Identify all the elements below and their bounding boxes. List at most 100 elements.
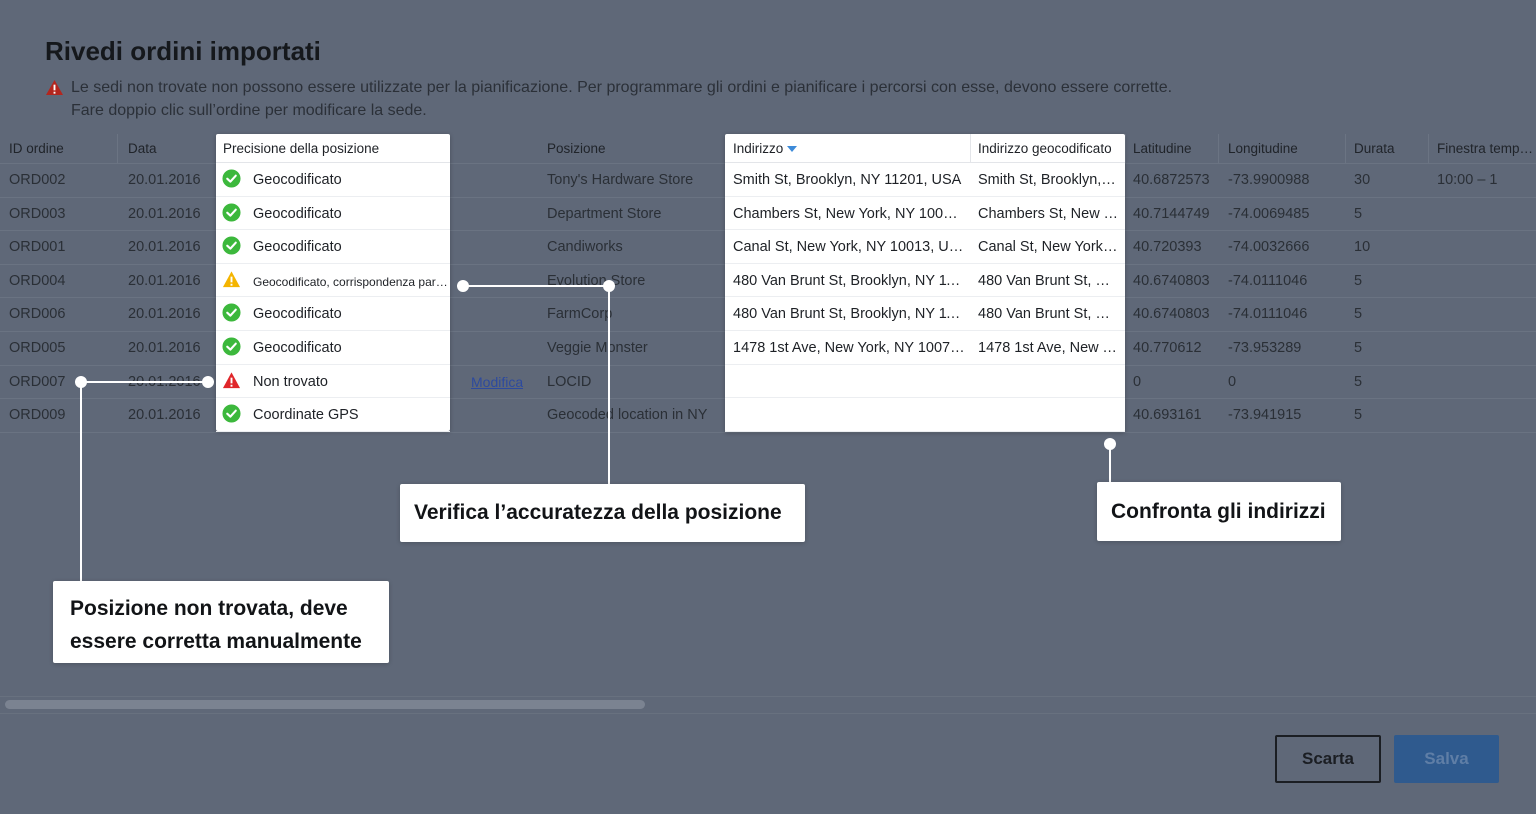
header-separator — [117, 134, 118, 163]
callout-anchor-dot — [75, 376, 87, 388]
cell-col-latitude: 40.720393 — [1133, 239, 1202, 256]
cell-col-geocoded: Canal St, New York, NY 10013, USA — [978, 239, 1118, 256]
cell-col-geocoded: 1478 1st Ave, New York, NY 10075, USA — [978, 340, 1118, 356]
callout-compare: Confronta gli indirizzi — [1097, 482, 1341, 541]
cell-col-order-id: ORD002 — [9, 172, 66, 188]
header-separator — [1218, 134, 1219, 163]
error-triangle-icon — [222, 372, 241, 388]
header-col-geocoded[interactable]: Indirizzo geocodificato — [978, 139, 1118, 159]
cell-col-longitude: -73.9900988 — [1228, 172, 1310, 188]
cell-col-date: 20.01.2016 — [128, 407, 201, 424]
callout-anchor-dot — [603, 280, 615, 292]
callout-leader-line — [463, 285, 609, 287]
header-col-address[interactable]: Indirizzo — [733, 139, 965, 159]
warning-message: Le sedi non trovate non possono essere u… — [45, 78, 1345, 124]
cell-col-longitude: -74.0069485 — [1228, 205, 1310, 222]
save-button[interactable]: Salva — [1394, 735, 1499, 783]
precision-status: Coordinate GPS — [253, 407, 359, 424]
cell-col-position: Department Store — [547, 205, 662, 222]
cell-col-latitude: 40.770612 — [1133, 340, 1202, 356]
cell-col-position: LOCID — [547, 373, 592, 390]
header-col-time-window[interactable]: Finestra temporale — [1437, 139, 1536, 159]
precision-status: Geocodificato, corrispondenza parziale — [253, 274, 451, 289]
alert-triangle-icon — [222, 271, 241, 287]
cell-col-geocoded: 480 Van Brunt St, Brooklyn, NY 11231, US… — [978, 306, 1118, 323]
callout-not-found-line1: Posizione non trovata, deve — [70, 597, 348, 620]
cell-col-order-id: ORD003 — [9, 205, 66, 222]
cell-col-position: Geocoded location in NY — [547, 407, 708, 424]
precision-status: Geocodificato — [253, 239, 342, 256]
header-col-precision[interactable]: Precisione della posizione — [223, 139, 448, 159]
cell-col-address: Canal St, New York, NY 10013, USA — [733, 239, 965, 256]
check-circle-icon — [222, 303, 241, 322]
check-circle-icon — [222, 404, 241, 423]
precision-status: Geocodificato — [253, 340, 342, 356]
cell-col-address: Chambers St, New York, NY 10007, USA — [733, 205, 965, 222]
cell-col-position: FarmCorp — [547, 306, 613, 323]
cell-col-longitude: -74.0111046 — [1228, 272, 1308, 289]
precision-status: Geocodificato — [253, 306, 342, 323]
sort-down-icon[interactable] — [787, 146, 797, 152]
precision-highlight-panel: Precisione della posizione Geocodificato G… — [216, 134, 451, 432]
precision-status: Non trovato — [253, 373, 328, 390]
address-highlight-panel: Indirizzo Indirizzo geocodificato Smith St… — [725, 134, 1125, 432]
edit-location-link[interactable]: Modifica — [471, 372, 523, 392]
cell-col-date: 20.01.2016 — [128, 306, 201, 323]
cell-col-date: 20.01.2016 — [128, 205, 201, 222]
header-col-duration[interactable]: Durata — [1354, 139, 1424, 159]
cell-col-latitude: 40.6872573 — [1133, 172, 1210, 188]
callout-leader-line — [608, 286, 610, 484]
cell-col-date: 20.01.2016 — [128, 239, 201, 256]
callout-leader-line — [81, 381, 208, 383]
callout-anchor-dot — [1104, 438, 1116, 450]
cell-col-duration: 30 — [1354, 172, 1371, 188]
cell-col-duration: 5 — [1354, 373, 1363, 390]
panel-row — [725, 398, 1125, 432]
cell-col-latitude: 40.7144749 — [1133, 205, 1210, 222]
cell-col-geocoded: Smith St, Brooklyn, NY 11201, USA — [978, 172, 1118, 188]
cell-col-latitude: 0 — [1133, 373, 1142, 390]
cell-col-longitude: 0 — [1228, 373, 1237, 390]
cell-col-longitude: -73.953289 — [1228, 340, 1302, 356]
cell-col-duration: 5 — [1354, 340, 1363, 356]
cell-col-duration: 5 — [1354, 272, 1363, 289]
header-separator — [1345, 134, 1346, 163]
check-circle-icon — [222, 337, 241, 356]
cell-col-order-id: ORD006 — [9, 306, 66, 323]
callout-not-found: Posizione non trovata, deve essere corre… — [53, 581, 389, 663]
cell-col-duration: 5 — [1354, 407, 1363, 424]
cell-col-position: Veggie Monster — [547, 340, 648, 356]
check-circle-icon — [222, 203, 241, 222]
cell-col-latitude: 40.6740803 — [1133, 272, 1210, 289]
cell-col-latitude: 40.6740803 — [1133, 306, 1210, 323]
cell-col-position: Tony's Hardware Store — [547, 172, 694, 188]
header-separator — [1125, 134, 1126, 163]
cell-col-longitude: -73.941915 — [1228, 407, 1302, 424]
header-col-order-id[interactable]: ID ordine — [9, 139, 114, 159]
callout-anchor-dot — [202, 376, 214, 388]
cell-col-longitude: -74.0111046 — [1228, 306, 1308, 323]
callout-accuracy-text: Verifica l’accuratezza della posizione — [414, 501, 782, 524]
callout-not-found-line2: essere corretta manualmente — [70, 630, 362, 653]
warning-text-line1: Le sedi non trovate non possono essere u… — [71, 79, 1173, 96]
header-col-longitude[interactable]: Longitudine — [1228, 139, 1343, 159]
header-col-date[interactable]: Data — [128, 139, 214, 159]
callout-anchor-dot — [457, 280, 469, 292]
discard-button[interactable]: Scarta — [1275, 735, 1381, 783]
horizontal-scrollbar-thumb[interactable] — [5, 700, 645, 709]
cell-col-order-id: ORD004 — [9, 272, 66, 289]
cell-col-duration: 5 — [1354, 306, 1363, 323]
header-separator — [1428, 134, 1429, 163]
cell-col-address: 480 Van Brunt St, Brooklyn, NY 11231, US… — [733, 306, 965, 323]
cell-col-position: Candiworks — [547, 239, 623, 256]
precision-status: Geocodificato — [253, 172, 342, 188]
header-col-latitude[interactable]: Latitudine — [1133, 139, 1218, 159]
cell-col-address: Smith St, Brooklyn, NY 11201, USA — [733, 172, 962, 188]
callout-leader-line — [80, 382, 82, 581]
header-col-position[interactable]: Posizione — [547, 139, 722, 159]
check-circle-icon — [222, 169, 241, 188]
cell-col-geocoded: Chambers St, New York, NY 10007, USA — [978, 205, 1118, 222]
cell-col-address: 1478 1st Ave, New York, NY 10075, USA — [733, 340, 965, 356]
cell-col-position: Evolution Store — [547, 272, 646, 289]
callout-accuracy: Verifica l’accuratezza della posizione — [400, 484, 805, 542]
